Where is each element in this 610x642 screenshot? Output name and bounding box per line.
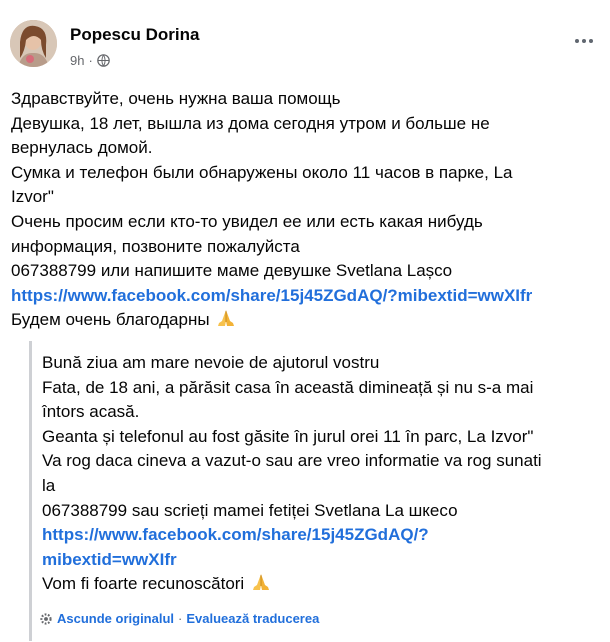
body-line: Здравствуйте, очень нужна ваша помощь — [11, 89, 341, 108]
post-body: Здравствуйте, очень нужна ваша помощь Де… — [11, 87, 601, 333]
translation-line: Va rog daca cineva a vazut-o sau are vre… — [42, 451, 542, 471]
avatar[interactable] — [10, 20, 57, 67]
body-line: Izvor" — [11, 187, 54, 207]
translation-line: la — [42, 475, 56, 495]
more-options-icon — [575, 39, 579, 43]
body-line: вернулась домой. — [11, 138, 153, 158]
body-line: информация, позвоните пожалуйста — [11, 236, 300, 256]
post-header: Popescu Dorina 9h · — [10, 17, 600, 73]
translation-block: Bună ziua am mare nevoie de ajutorul vos… — [29, 341, 602, 641]
folded-hands-emoji — [252, 574, 269, 591]
body-line: Сумка и телефон были обнаружены около 11… — [11, 162, 513, 182]
closing-text: Vom fi foarte recunoscători — [42, 574, 245, 594]
rate-translation-link[interactable]: Evaluează traducerea — [186, 611, 319, 626]
translation-closing: Vom fi foarte recunoscători — [42, 572, 590, 597]
translation-link-part1[interactable]: https://www.facebook.com/share/15j45ZGdA… — [42, 525, 429, 544]
folded-hands-emoji — [218, 310, 235, 327]
profile-photo-icon — [10, 20, 57, 67]
translation-actions: Ascunde originalul · Evaluează traducere… — [39, 611, 319, 626]
share-link[interactable]: https://www.facebook.com/share/15j45ZGdA… — [11, 286, 532, 305]
body-closing: Будем очень благодарны — [11, 308, 601, 333]
closing-text: Будем очень благодарны — [11, 310, 210, 330]
translation-line: Geanta și telefonul au fost găsite în ju… — [42, 426, 534, 446]
translation-line: 067388799 sau scrieți mamei fetiței Svet… — [42, 500, 458, 520]
gear-icon — [40, 612, 52, 625]
author-name[interactable]: Popescu Dorina — [70, 25, 199, 45]
globe-icon[interactable] — [97, 54, 110, 67]
translation-line: întors acasă. — [42, 402, 140, 422]
body-line: Очень просим если кто-то увидел ее или е… — [11, 211, 483, 231]
meta-separator: · — [88, 53, 93, 68]
post-time[interactable]: 9h — [70, 53, 84, 68]
body-line: 067388799 или напишите маме девушке Svet… — [11, 261, 453, 281]
translation-line: Fata, de 18 ani, a părăsit casa în aceas… — [42, 377, 534, 397]
more-options-button[interactable] — [571, 31, 597, 51]
actions-separator: · — [178, 611, 183, 626]
translation-link-part2[interactable]: mibextid=wwXIfr — [42, 550, 177, 569]
hide-original-link[interactable]: Ascunde originalul — [57, 611, 174, 626]
translation-line: Bună ziua am mare nevoie de ajutorul vos… — [42, 353, 380, 372]
post-meta: 9h · — [70, 53, 110, 68]
body-line: Девушка, 18 лет, вышла из дома сегодня у… — [11, 113, 490, 133]
translation-text: Bună ziua am mare nevoie de ajutorul vos… — [42, 351, 590, 597]
facebook-post: Popescu Dorina 9h · Здравствуйте, очень … — [0, 0, 610, 642]
